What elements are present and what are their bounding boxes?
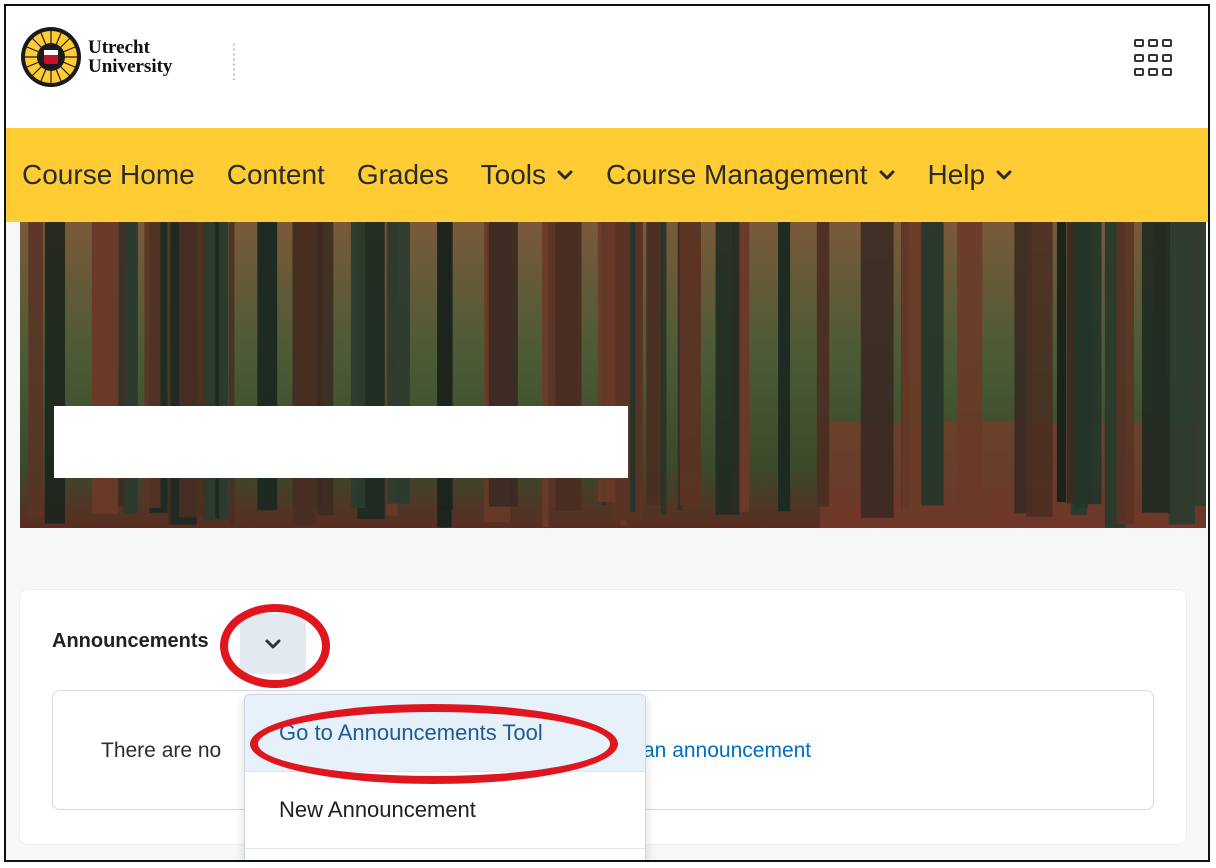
header-divider [233, 42, 235, 80]
nav-content[interactable]: Content [227, 159, 325, 191]
nav-course-management[interactable]: Course Management [606, 159, 895, 191]
announcements-title: Announcements [52, 630, 209, 652]
nav-label: Tools [480, 159, 547, 190]
nav-label: Content [226, 159, 325, 190]
chevron-down-icon [879, 170, 894, 180]
waffle-grid-icon[interactable] [1134, 39, 1174, 79]
nav-grades[interactable]: Grades [357, 159, 449, 191]
chevron-down-icon [996, 170, 1012, 180]
top-header: Utrecht University [6, 6, 1208, 128]
university-seal-icon [21, 27, 81, 87]
forest-banner-image [20, 222, 1206, 528]
logo-text-line1: Utrecht [88, 37, 150, 58]
nav-course-home[interactable]: Course Home [22, 159, 195, 191]
browser-frame: Utrecht University Course Home Content G… [4, 4, 1210, 862]
highlight-ring [220, 604, 330, 688]
logo-text-line2: University [88, 56, 173, 77]
university-logo[interactable]: Utrecht University [20, 26, 172, 88]
course-title-box [54, 406, 628, 478]
nav-tools[interactable]: Tools [481, 159, 574, 191]
menu-item-label: New Announcement [279, 797, 476, 822]
chevron-down-icon [557, 170, 573, 180]
nav-label: Help [927, 159, 986, 190]
nav-help[interactable]: Help [928, 159, 1014, 191]
highlight-ring [250, 704, 618, 784]
course-navbar: Course Home Content Grades Tools Course … [6, 128, 1208, 222]
nav-label: Grades [356, 159, 449, 190]
create-announcement-link[interactable]: an announcement [643, 739, 811, 763]
nav-label: Course Management [606, 159, 868, 190]
notice-text: There are no [101, 739, 222, 762]
course-banner-image [20, 222, 1206, 528]
nav-label: Course Home [22, 159, 195, 190]
